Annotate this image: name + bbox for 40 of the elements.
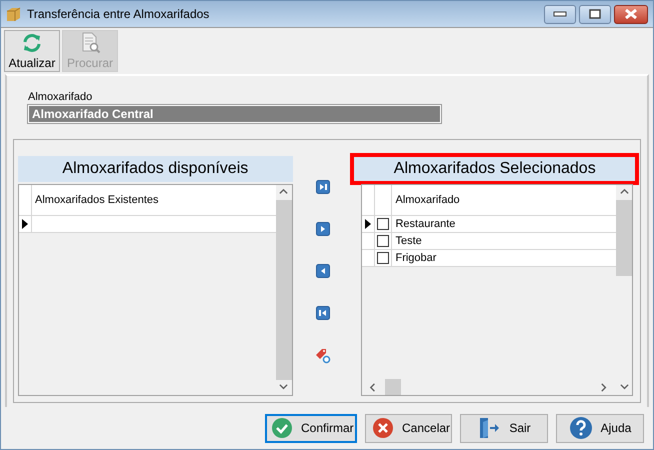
dialog-button[interactable]: Sair — [460, 414, 548, 442]
tag-refresh-icon[interactable] — [315, 348, 332, 364]
dialog-button[interactable]: Ajuda — [556, 414, 644, 442]
move-all-left-icon[interactable] — [316, 306, 330, 320]
dialog-button[interactable]: Cancelar — [365, 414, 452, 442]
scroll-thumb[interactable] — [385, 379, 402, 395]
help-icon — [568, 416, 593, 440]
maximize-icon — [589, 9, 601, 19]
table-cell-text: Frigobar — [394, 252, 438, 264]
move-right-icon[interactable] — [316, 222, 330, 236]
minimize-icon — [553, 11, 567, 17]
boxes-icon — [6, 6, 22, 22]
move-all-right-icon[interactable] — [316, 180, 330, 194]
close-icon — [372, 417, 394, 439]
checkbox[interactable] — [377, 218, 390, 230]
chevron-down-icon[interactable] — [620, 383, 628, 392]
field-label: Almoxarifado — [28, 91, 94, 103]
dialog-button[interactable]: Confirmar — [265, 414, 357, 442]
checkbox[interactable] — [377, 252, 390, 264]
panel-header: Almoxarifados Selecionados — [353, 156, 636, 182]
minimize-button[interactable] — [544, 4, 576, 24]
refresh-icon — [21, 32, 43, 54]
window-title: Transferência entre Almoxarifados — [27, 7, 210, 21]
close-icon — [624, 9, 638, 19]
exit-door-icon — [477, 416, 502, 440]
table-cell-text: Restaurante — [394, 218, 456, 230]
close-button[interactable] — [614, 4, 648, 24]
move-left-icon[interactable] — [316, 264, 330, 278]
toolbar-button[interactable]: Atualizar — [4, 30, 60, 72]
chevron-right-icon[interactable] — [600, 382, 609, 392]
table-cell-text: Teste — [394, 235, 423, 247]
column-header: Almoxarifados Existentes — [34, 194, 160, 206]
column-header: Almoxarifado — [394, 194, 461, 206]
maximize-button[interactable] — [579, 4, 611, 24]
check-icon — [271, 417, 293, 439]
panel-header: Almoxarifados disponíveis — [18, 156, 293, 182]
checkbox[interactable] — [377, 235, 390, 247]
input-field[interactable]: Almoxarifado Central — [28, 105, 441, 123]
scroll-thumb[interactable] — [616, 200, 632, 276]
chevron-down-icon[interactable] — [279, 383, 288, 392]
